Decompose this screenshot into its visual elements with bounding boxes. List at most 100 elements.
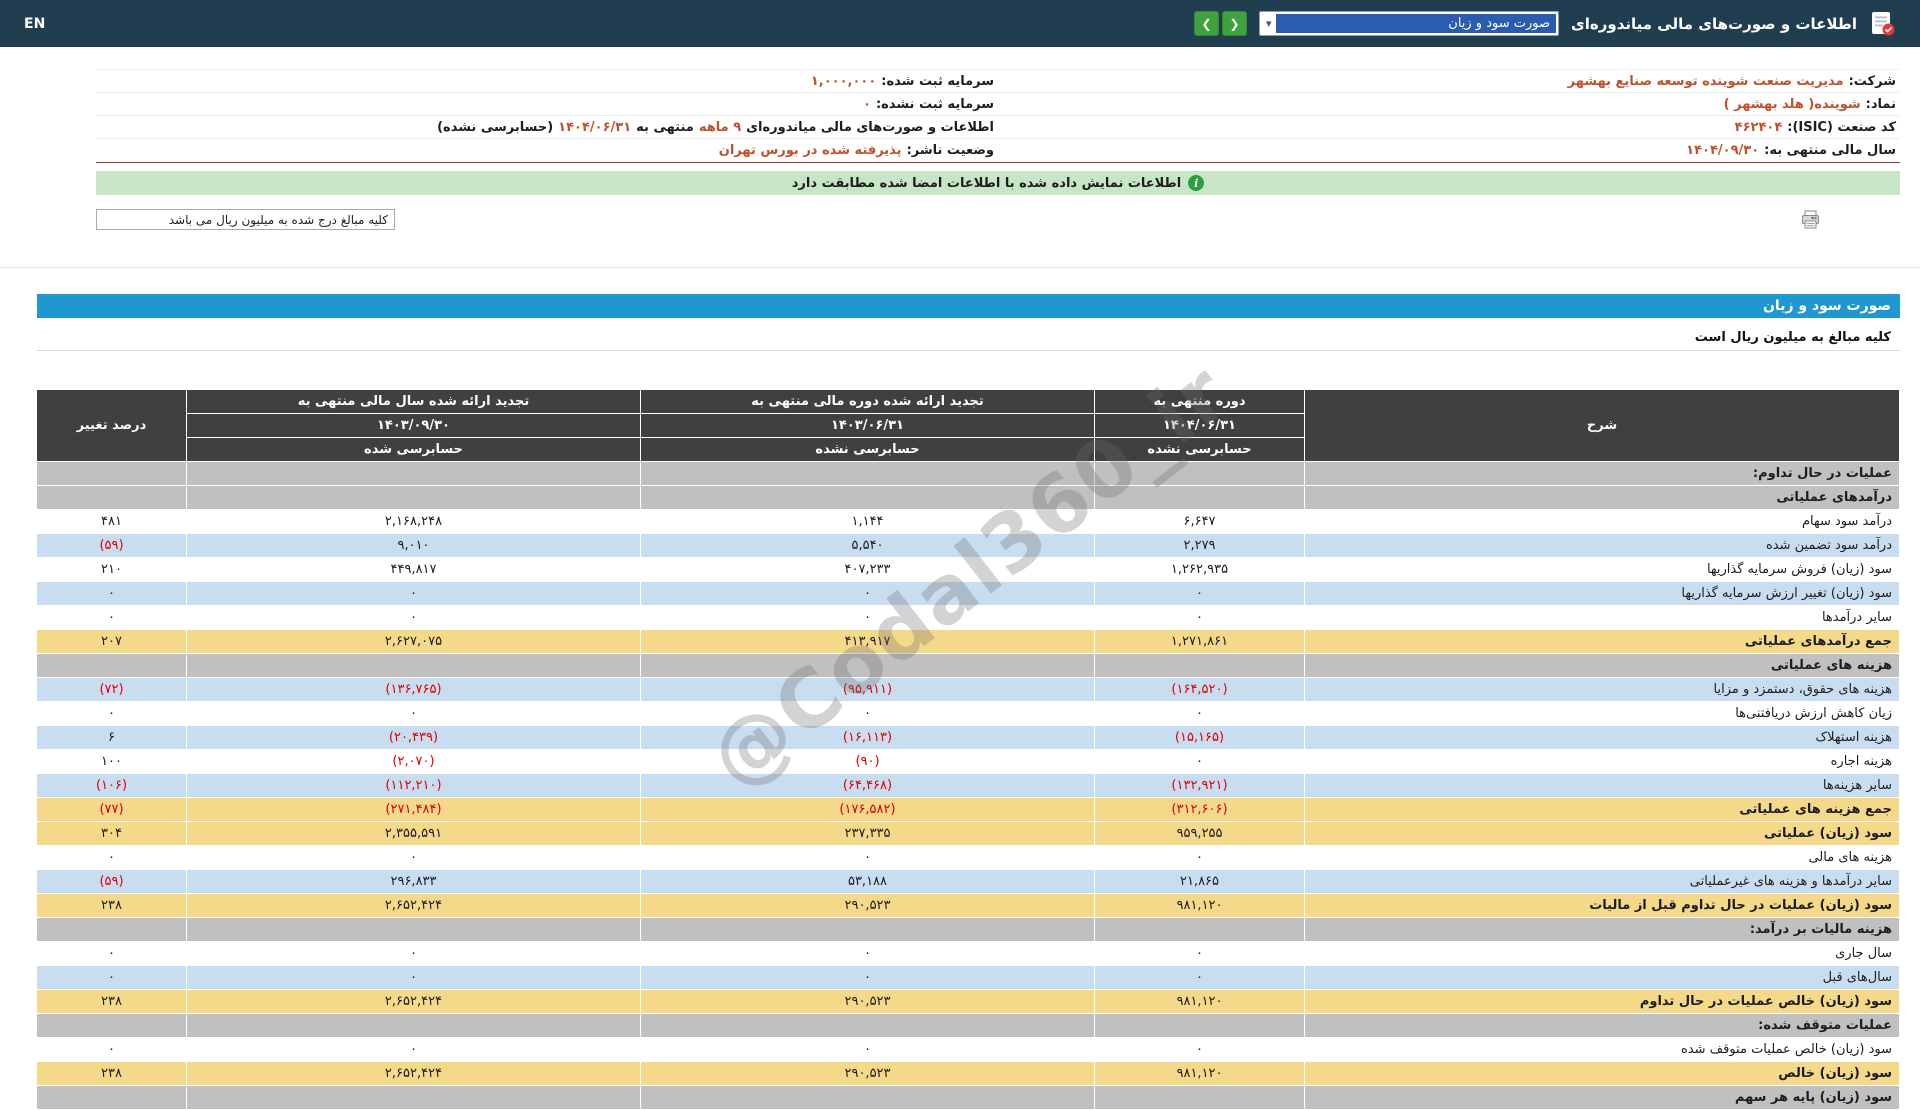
row-label: سایر هزینه‌ها [1304,773,1900,798]
issuer-status-row: وضعیت ناشر: پذیرفته شده در بورس تهران [96,139,998,162]
row-label: سود (زیان) خالص [1304,1061,1900,1086]
value-cell: (۲۰,۴۳۹) [186,725,641,750]
row-label: هزینه استهلاک [1304,725,1900,750]
company-value: مدیریت صنعت شوینده توسعه صنایع بهشهر [1567,73,1844,89]
col-header-period-2-date: ۱۴۰۳/۰۶/۳۱ [640,413,1095,438]
row-label: سود (زیان) تغییر ارزش سرمایه گذاریها [1304,581,1900,606]
col-header-period-3-title: تجدید ارائه شده سال مالی منتهی به [186,389,641,414]
pl-table-body: عملیات در حال تداوم: درآمدهای عملیاتی درآم… [36,461,1900,1110]
value-cell: ۰ [1094,845,1305,870]
value-cell: ۰ [640,605,1095,630]
isic-row: کد صنعت (ISIC): ۴۶۲۴۰۴ [998,116,1900,139]
registered-capital-label: سرمایه ثبت شده: [881,73,994,89]
percent-change-cell: (۱۰۶) [36,773,187,798]
value-cell: ۴۱۳,۹۱۷ [640,629,1095,654]
percent-change-cell: ۲۳۸ [36,1061,187,1086]
col-header-period-1-audit: حسابرسی نشده [1094,437,1305,462]
row-label: سایر درآمدها و هزینه های غیرعملیاتی [1304,869,1900,894]
percent-change-cell: (۷۲) [36,677,187,702]
value-cell: ۲۹۶,۸۳۳ [186,869,641,894]
statement-title-bar: صورت سود و زیان [37,294,1900,318]
percent-change-cell [36,461,187,486]
percent-change-cell: ۶ [36,725,187,750]
period-suffix: (حسابرسی نشده) [437,119,554,135]
value-cell: ۰ [640,1037,1095,1062]
percent-change-cell: (۷۷) [36,797,187,822]
row-label: سود (زیان) عملیاتی [1304,821,1900,846]
value-cell: ۰ [1094,941,1305,966]
value-cell: (۶۴,۴۶۸) [640,773,1095,798]
value-cell: ۰ [186,965,641,990]
percent-change-cell [36,485,187,510]
value-cell [640,917,1095,942]
data-row: سال جاری ۰ ۰ ۰ ۰ [36,941,1900,966]
value-cell [640,1085,1095,1110]
row-label: سود (زیان) عملیات در حال تداوم قبل از ما… [1304,893,1900,918]
section-row: سود (زیان) پایه هر سهم [36,1085,1900,1110]
statement-units-note: کلیه مبالغ به میلیون ریال است [37,324,1900,351]
value-cell: (۱۱۲,۲۱۰) [186,773,641,798]
value-cell [1094,917,1305,942]
section-row: هزینه مالیات بر درآمد: [36,917,1900,942]
percent-change-cell: ۰ [36,581,187,606]
value-cell: (۱۶۴,۵۲۰) [1094,677,1305,702]
value-cell: (۳۱۲,۶۰۶) [1094,797,1305,822]
col-header-period-2-title: تجدید ارائه شده دوره مالی منتهی به [640,389,1095,414]
value-cell: ۲,۱۶۸,۲۴۸ [186,509,641,534]
percent-change-cell [36,1085,187,1110]
value-cell: ۹۸۱,۱۲۰ [1094,893,1305,918]
value-cell: ۶,۶۴۷ [1094,509,1305,534]
row-label: هزینه مالیات بر درآمد: [1304,917,1900,942]
row-label: سود (زیان) فروش سرمایه گذاریها [1304,557,1900,582]
units-note-text: کلیه مبالغ درج شده به میلیون ریال می باش… [168,212,388,227]
company-info-left-column: سرمایه ثبت شده: ۱,۰۰۰,۰۰۰ سرمایه ثبت نشد… [96,70,998,162]
value-cell: ۰ [186,1037,641,1062]
isic-value: ۴۶۲۴۰۴ [1734,119,1783,135]
value-cell: ۲۱,۸۶۵ [1094,869,1305,894]
value-cell: ۰ [640,701,1095,726]
value-cell [186,461,641,486]
report-type-select[interactable]: صورت سود و زیان ▾ [1259,11,1560,36]
value-cell: ۲۹۰,۵۲۳ [640,1061,1095,1086]
value-cell [1094,653,1305,678]
row-label: سال‌های قبل [1304,965,1900,990]
percent-change-cell: ۰ [36,1037,187,1062]
row-label: درآمدهای عملیاتی [1304,485,1900,510]
row-label: جمع هزینه های عملیاتی [1304,797,1900,822]
value-cell: ۲۹۰,۵۲۳ [640,989,1095,1014]
value-cell: ۱,۲۷۱,۸۶۱ [1094,629,1305,654]
units-row: کلیه مبالغ درج شده به میلیون ریال می باش… [96,209,1900,230]
registered-capital-row: سرمایه ثبت شده: ۱,۰۰۰,۰۰۰ [96,70,998,93]
data-row: جمع هزینه های عملیاتی (۳۱۲,۶۰۶) (۱۷۶,۵۸۲)(… [36,797,1900,822]
data-row: سود (زیان) تغییر ارزش سرمایه گذاریها ۰ ۰ ۰ ۰ [36,581,1900,606]
company-info-panel: شرکت: مدیریت صنعت شوینده توسعه صنایع بهش… [96,69,1900,163]
data-row: سود (زیان) عملیاتی ۹۵۹,۲۵۵ ۲۳۷,۳۳۵ ۲,۳۵۵,۵۹… [36,821,1900,846]
row-label: درآمد سود سهام [1304,509,1900,534]
percent-change-cell [36,917,187,942]
value-cell: ۰ [1094,1037,1305,1062]
period-length: ۹ ماهه [698,119,742,135]
row-label: جمع درآمدهای عملیاتی [1304,629,1900,654]
previous-report-button[interactable]: ❮ [1222,11,1248,36]
period-middle: منتهی به [636,119,694,135]
value-cell: ۲۳۷,۳۳۵ [640,821,1095,846]
value-cell: ۰ [186,701,641,726]
percent-change-cell: ۰ [36,701,187,726]
value-cell: (۱۳۲,۹۲۱) [1094,773,1305,798]
value-cell: (۱۳۶,۷۶۵) [186,677,641,702]
value-cell: ۹,۰۱۰ [186,533,641,558]
value-cell [640,1013,1095,1038]
data-row: سود (زیان) عملیات در حال تداوم قبل از ما… [36,893,1900,918]
period-date: ۱۴۰۴/۰۶/۳۱ [558,119,632,135]
value-cell [1094,485,1305,510]
value-cell: ۹۸۱,۱۲۰ [1094,989,1305,1014]
value-cell [186,485,641,510]
language-toggle-link[interactable]: EN [24,16,45,32]
value-cell: ۱,۲۶۲,۹۳۵ [1094,557,1305,582]
data-row: سود (زیان) فروش سرمایه گذاریها ۱,۲۶۲,۹۳۵ ۴… [36,557,1900,582]
section-row: درآمدهای عملیاتی [36,485,1900,510]
value-cell: ۰ [186,941,641,966]
value-cell: (۲,۰۷۰) [186,749,641,774]
print-icon[interactable] [1801,210,1820,229]
next-report-button[interactable]: ❯ [1194,11,1220,36]
